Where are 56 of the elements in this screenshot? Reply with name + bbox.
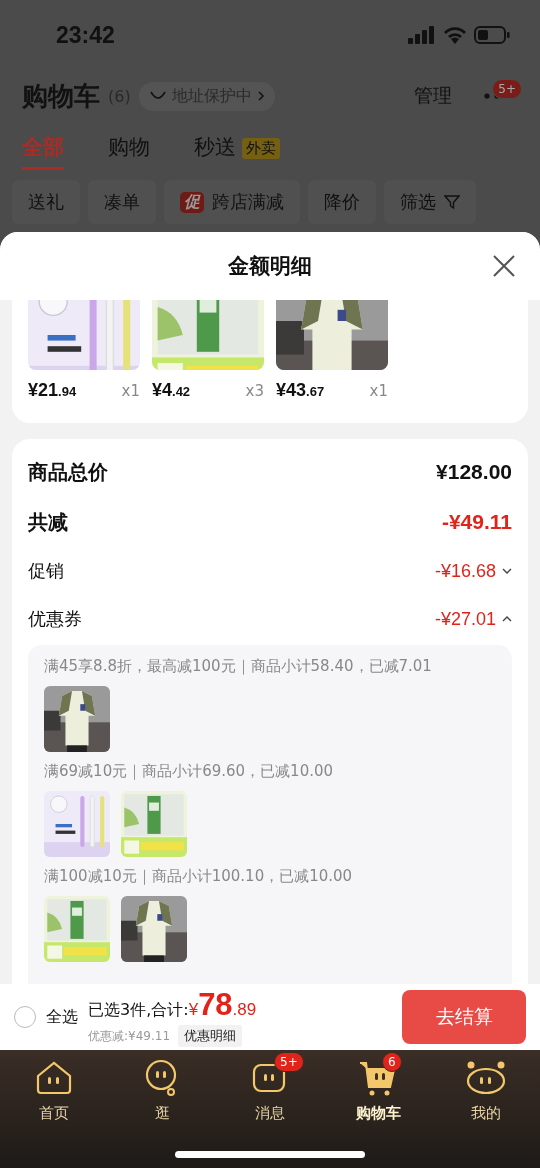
more-button[interactable]: 5+ <box>484 79 522 103</box>
chevron-up-icon[interactable] <box>502 615 512 623</box>
summary-value: -¥16.68 <box>434 560 496 582</box>
product-price: ¥4.42 <box>152 380 191 401</box>
product-quantity: x3 <box>245 382 264 400</box>
manage-button[interactable]: 管理 <box>414 83 452 109</box>
wifi-icon <box>443 26 467 44</box>
summary-value: -¥27.01 <box>434 608 496 630</box>
notification-badge: 5+ <box>492 79 522 99</box>
product-price: ¥43.67 <box>276 380 325 401</box>
summary-label: 优惠券 <box>28 607 83 631</box>
close-button[interactable] <box>492 254 516 278</box>
summary-value: -¥49.11 <box>441 510 512 534</box>
summary-label: 促销 <box>28 559 65 583</box>
delivery-badge: 外卖 <box>242 137 280 159</box>
sheet-title: 金额明细 <box>228 253 312 280</box>
category-tab[interactable]: 购物 <box>108 132 150 170</box>
chevron-down-icon[interactable] <box>502 567 512 575</box>
status-time: 23:42 <box>56 21 115 49</box>
nav-tab[interactable]: 首页 <box>9 1050 99 1123</box>
nav-tab[interactable]: 我的 <box>441 1050 531 1123</box>
category-tab[interactable]: 秒送 <box>194 132 236 170</box>
promo-tag: 促 <box>180 191 204 213</box>
total-price: ¥78.89 <box>188 987 257 1023</box>
nav-tab[interactable]: 逛 <box>117 1050 207 1123</box>
nav-tab[interactable]: 6 购物车 <box>333 1050 423 1123</box>
filter-chip[interactable]: 凑单 <box>88 180 156 224</box>
notification-badge: 5+ <box>274 1052 304 1072</box>
signal-icon <box>408 26 436 44</box>
product-quantity: x1 <box>121 382 140 400</box>
filter-chip[interactable]: 筛选 <box>384 180 476 224</box>
product-price: ¥21.94 <box>28 380 77 401</box>
select-all-label: 全选 <box>46 1006 78 1028</box>
filter-chip[interactable]: 促 跨店满减 <box>164 180 300 224</box>
nav-tab[interactable]: 5+ 消息 <box>225 1050 315 1123</box>
summary-label: 共减 <box>28 508 69 536</box>
filter-icon <box>444 194 460 210</box>
notification-badge: 6 <box>382 1052 402 1072</box>
coupon-rule: 满100减10元｜商品小计100.10，已减10.00 <box>44 867 354 886</box>
coupon-rule: 满45享8.8折，最高减100元｜商品小计58.40，已减7.01 <box>44 657 433 676</box>
select-all-checkbox[interactable] <box>14 1006 36 1028</box>
filter-chip[interactable]: 送礼 <box>12 180 80 224</box>
summary-label: 商品总价 <box>28 459 109 485</box>
discount-details-button[interactable]: 优惠明细 <box>178 1025 243 1047</box>
filter-chip[interactable]: 降价 <box>308 180 376 224</box>
page-title: 购物车 <box>22 79 100 113</box>
summary-value: ¥128.00 <box>436 460 512 484</box>
chevron-right-icon <box>256 90 265 102</box>
smile-icon <box>148 90 167 102</box>
checkout-button[interactable]: 去结算 <box>402 990 526 1044</box>
close-icon <box>492 254 516 278</box>
discount-amount: 优惠减:¥49.11 <box>88 1027 171 1045</box>
product-quantity: x1 <box>369 382 388 400</box>
coupon-rule: 满69减10元｜商品小计69.60，已减10.00 <box>44 762 335 781</box>
battery-icon <box>474 26 510 44</box>
selected-summary: 已选3件,合计: <box>88 1000 189 1021</box>
